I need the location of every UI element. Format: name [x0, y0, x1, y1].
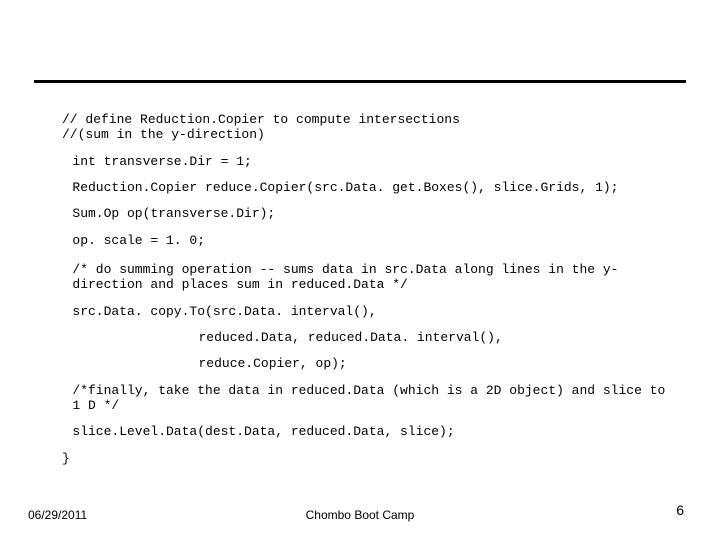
code-line: }	[62, 451, 668, 466]
code-line: op. scale = 1. 0;	[62, 233, 668, 248]
footer-page-number: 6	[676, 502, 684, 518]
code-line: Sum.Op op(transverse.Dir);	[62, 206, 668, 221]
code-line: // define Reduction.Copier to compute in…	[62, 112, 668, 127]
code-line: int transverse.Dir = 1;	[62, 154, 668, 169]
horizontal-rule	[34, 80, 686, 83]
code-line: /* do summing operation -- sums data in …	[62, 262, 668, 293]
code-line: //(sum in the y-direction)	[62, 127, 668, 142]
footer-title: Chombo Boot Camp	[0, 508, 720, 522]
slide: // define Reduction.Copier to compute in…	[0, 0, 720, 540]
code-line: src.Data. copy.To(src.Data. interval(),	[62, 304, 668, 319]
code-line: Reduction.Copier reduce.Copier(src.Data.…	[62, 180, 668, 195]
code-line: reduce.Copier, op);	[62, 356, 668, 371]
code-block: // define Reduction.Copier to compute in…	[62, 112, 668, 477]
code-line: slice.Level.Data(dest.Data, reduced.Data…	[62, 424, 668, 439]
code-line: reduced.Data, reduced.Data. interval(),	[62, 330, 668, 345]
code-line: /*finally, take the data in reduced.Data…	[62, 383, 668, 414]
